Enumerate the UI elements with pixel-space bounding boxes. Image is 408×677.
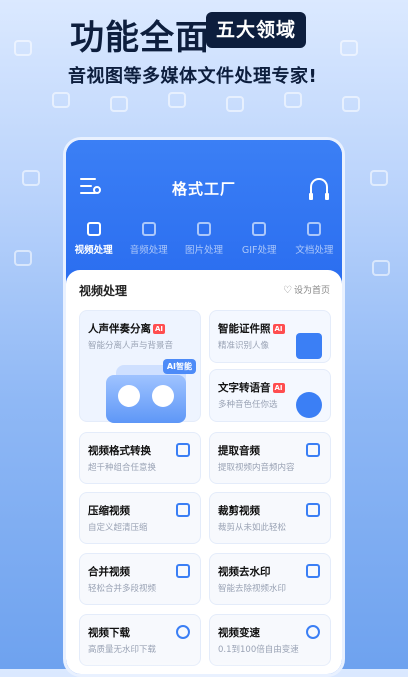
hero-title: 功能全面 xyxy=(70,18,210,58)
card-title: 人声伴奏分离 xyxy=(88,323,151,335)
audio-wave-icon xyxy=(152,385,174,407)
background-music-icon xyxy=(110,96,128,112)
scissors-icon xyxy=(306,503,320,517)
tool-subtitle: 裁剪从未如此轻松 xyxy=(218,523,287,533)
set-home-label: 设为首页 xyxy=(293,286,330,296)
merge-icon xyxy=(176,564,190,578)
tab-document[interactable]: 文档处理 xyxy=(287,222,342,256)
background-image-icon xyxy=(284,92,302,108)
tab-label: 文档处理 xyxy=(295,245,334,256)
phone-frame: 格式工厂 视频处理 音频处理 图片处理 GIF处理 文档处理 视频处理 ♡ 设为首… xyxy=(63,137,345,677)
tool-title: 视频变速 xyxy=(218,627,260,639)
tool-subtitle: 超千种组合任意换 xyxy=(88,463,157,473)
tab-label: 音频处理 xyxy=(129,245,168,256)
tab-image[interactable]: 图片处理 xyxy=(176,222,231,256)
tool-subtitle: 轻松合并多段视频 xyxy=(88,584,157,594)
tool-title: 视频格式转换 xyxy=(88,445,151,457)
card-title: 智能证件照 xyxy=(218,323,271,335)
tool-card[interactable]: 视频变速 0.1到100倍自由变速 xyxy=(209,614,331,666)
ai-tag: AI xyxy=(272,324,285,334)
tab-label: 视频处理 xyxy=(74,245,113,256)
background-photo-icon xyxy=(226,96,244,112)
tab-audio[interactable]: 音频处理 xyxy=(121,222,176,256)
id-photo-card[interactable]: 智能证件照 AI 精准识别人像 xyxy=(209,310,331,363)
tool-subtitle: 自定义超清压缩 xyxy=(88,523,148,533)
heart-icon: ♡ xyxy=(283,285,292,296)
vocal-separation-card[interactable]: 人声伴奏分离 AI 智能分离人声与背景音 AI智能 xyxy=(79,310,201,423)
tool-card[interactable]: 裁剪视频 裁剪从未如此轻松 xyxy=(209,492,331,544)
eraser-icon xyxy=(306,564,320,578)
content-sheet: 视频处理 ♡ 设为首页 人声伴奏分离 AI 智能分离人声与背景音 AI智能 智能证件… xyxy=(66,270,342,674)
download-icon xyxy=(176,625,190,639)
background-file-icon xyxy=(372,260,390,276)
music-icon xyxy=(306,443,320,457)
gif-icon xyxy=(252,222,267,236)
ai-tag: AI xyxy=(153,324,166,334)
card-title: 文字转语音 xyxy=(218,382,271,394)
tool-subtitle: 提取视频内音频内容 xyxy=(218,463,295,473)
tool-card[interactable]: 提取音频 提取视频内音频内容 xyxy=(209,432,331,484)
background-file-icon xyxy=(14,250,32,266)
tool-card[interactable]: 视频格式转换 超千种组合任意换 xyxy=(79,432,201,484)
tool-card[interactable]: 视频下载 高质量无水印下载 xyxy=(79,614,201,666)
tool-title: 裁剪视频 xyxy=(218,505,260,517)
set-home-button[interactable]: ♡ 设为首页 xyxy=(283,283,330,296)
section-title: 视频处理 xyxy=(79,284,128,298)
app-header: 格式工厂 视频处理 音频处理 图片处理 GIF处理 文档处理 xyxy=(66,140,342,280)
id-card-icon xyxy=(296,333,322,359)
tool-title: 压缩视频 xyxy=(88,505,130,517)
hero-badge: 五大领域 xyxy=(206,12,307,48)
ai-tag: AI xyxy=(272,383,285,393)
card-subtitle: 精准识别人像 xyxy=(218,341,270,351)
card-subtitle: 智能分离人声与背景音 xyxy=(88,341,174,351)
tab-label: GIF处理 xyxy=(241,245,277,256)
ai-smart-badge: AI智能 xyxy=(162,359,196,374)
background-file-icon xyxy=(22,170,40,186)
headset-icon[interactable] xyxy=(309,178,329,200)
convert-icon xyxy=(176,443,190,457)
speech-icon xyxy=(296,392,322,418)
tool-card[interactable]: 合并视频 轻松合并多段视频 xyxy=(79,553,201,605)
background-file-icon xyxy=(14,40,32,56)
document-icon xyxy=(307,222,322,236)
speed-icon xyxy=(306,625,320,639)
music-note-icon xyxy=(118,385,140,407)
tool-subtitle: 0.1到100倍自由变速 xyxy=(218,645,299,655)
compress-icon xyxy=(176,503,190,517)
tool-title: 视频下载 xyxy=(88,627,130,639)
text-to-speech-card[interactable]: 文字转语音 AI 多种音色任你选 xyxy=(209,369,331,422)
card-subtitle: 多种音色任你选 xyxy=(218,400,278,410)
background-audio-icon xyxy=(342,96,360,112)
app-title: 格式工厂 xyxy=(171,180,236,198)
tool-title: 视频去水印 xyxy=(218,566,271,578)
tool-card[interactable]: 压缩视频 自定义超清压缩 xyxy=(79,492,201,544)
tool-title: 合并视频 xyxy=(88,566,130,578)
tool-subtitle: 智能去除视频水印 xyxy=(218,584,287,594)
image-icon xyxy=(197,222,211,236)
tool-subtitle: 高质量无水印下载 xyxy=(88,645,157,655)
background-image-icon xyxy=(340,40,358,56)
tool-card[interactable]: 视频去水印 智能去除视频水印 xyxy=(209,553,331,605)
hero-subtitle: 音视图等多媒体文件处理专家! xyxy=(68,66,318,87)
tab-gif[interactable]: GIF处理 xyxy=(232,222,287,256)
tab-label: 图片处理 xyxy=(185,245,224,256)
background-doc-icon xyxy=(52,92,70,108)
category-tabs: 视频处理 音频处理 图片处理 GIF处理 文档处理 xyxy=(66,222,342,256)
video-icon xyxy=(86,222,101,236)
audio-icon xyxy=(141,222,156,236)
tab-video[interactable]: 视频处理 xyxy=(66,222,121,256)
tool-title: 提取音频 xyxy=(218,445,260,457)
background-video-icon xyxy=(168,92,186,108)
background-file-icon xyxy=(370,170,388,186)
